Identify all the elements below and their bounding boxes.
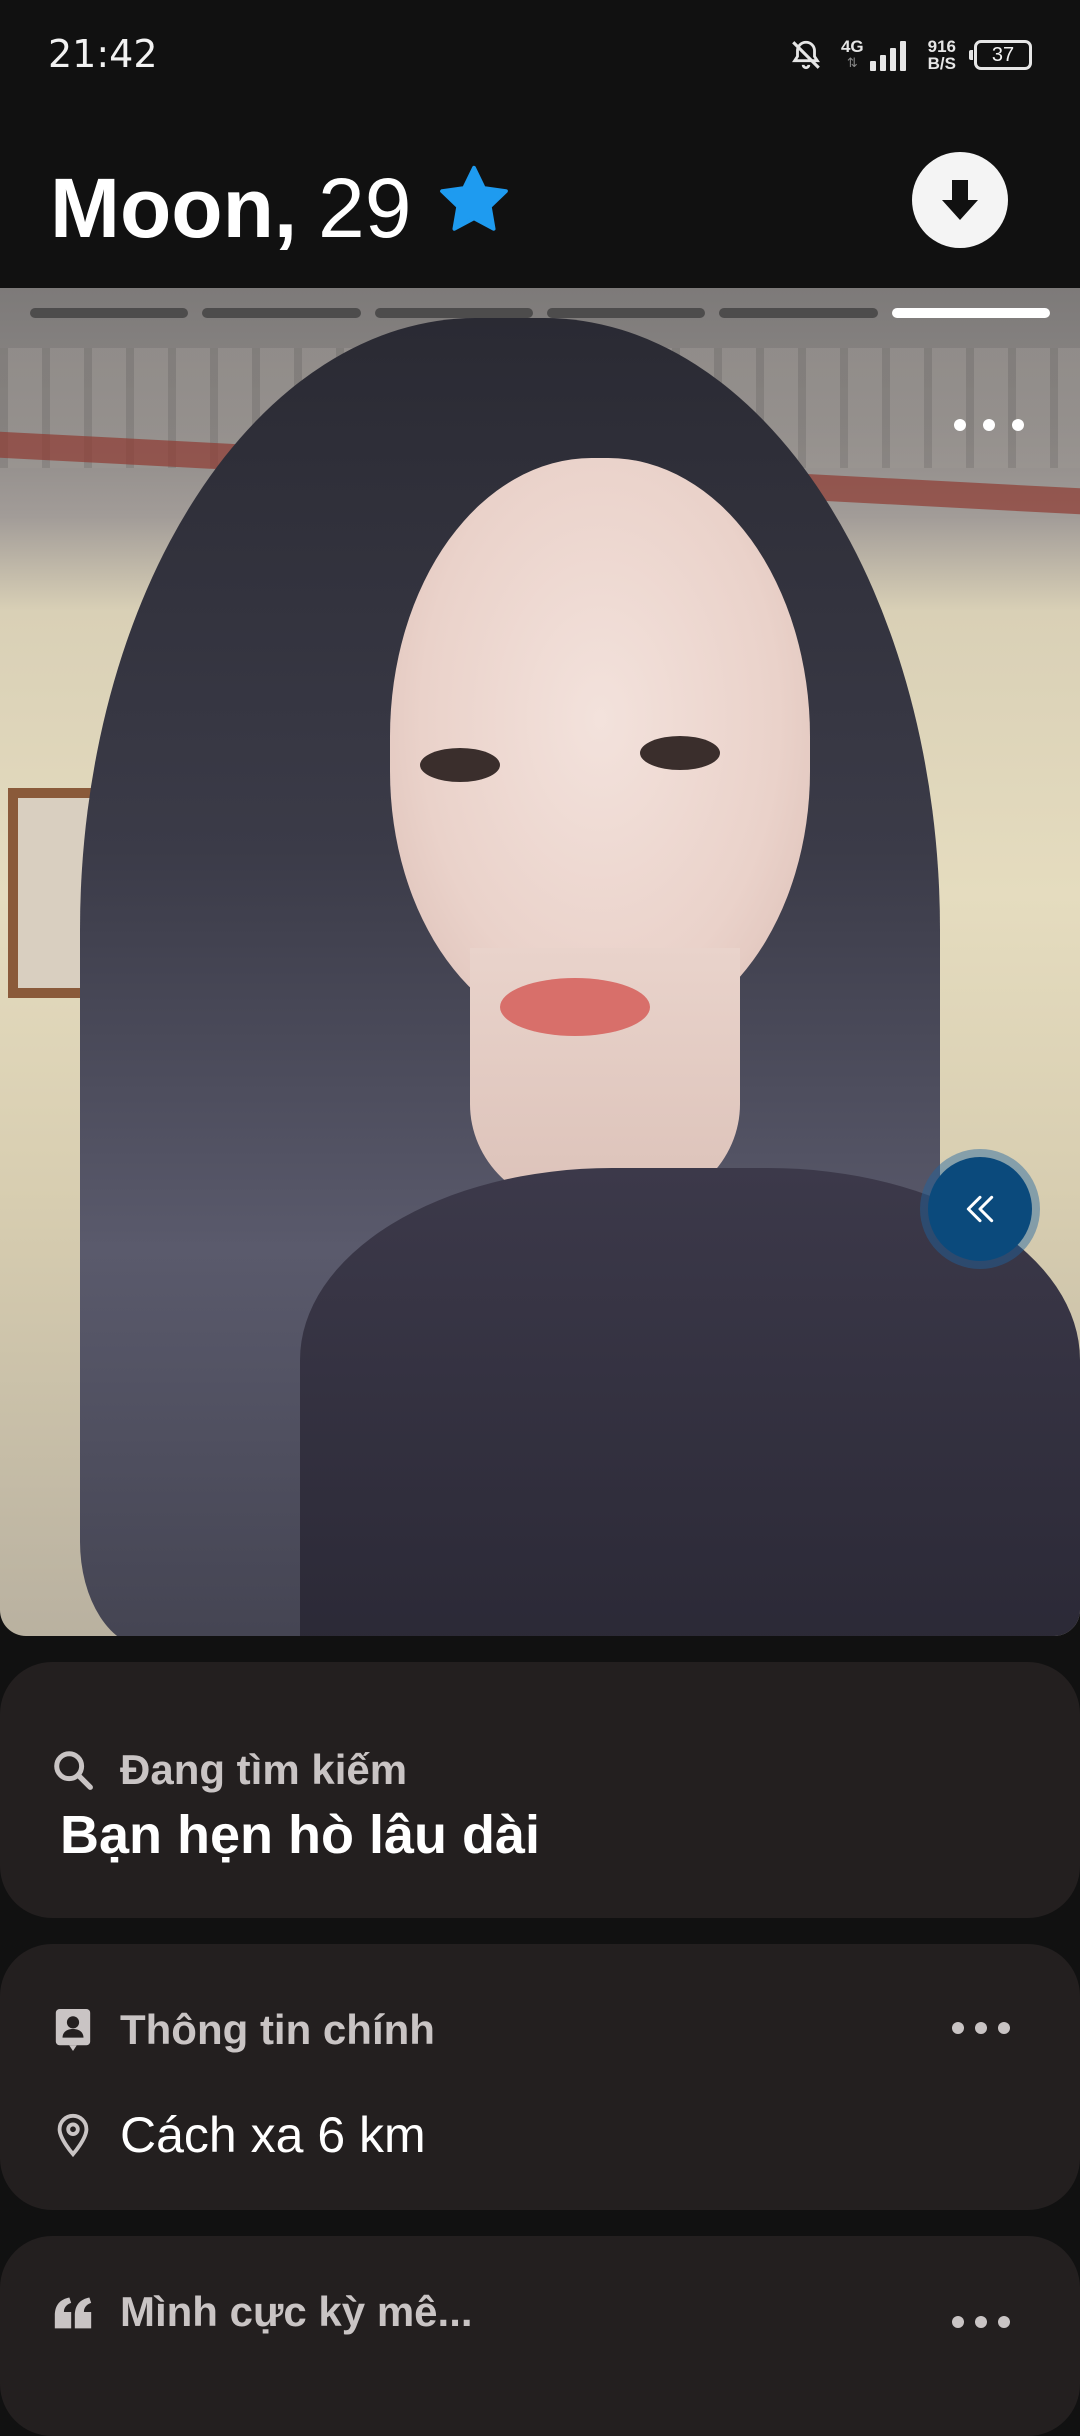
battery-icon: 37 (969, 40, 1032, 70)
photo-eye-left (420, 748, 500, 782)
photo-progress-segment (202, 308, 361, 318)
profile-name: Moon, (50, 161, 298, 255)
collapse-profile-button[interactable] (912, 152, 1008, 248)
network-speed: 916 B/S (928, 38, 956, 72)
photo-progress (30, 308, 1050, 318)
photo-progress-segment (30, 308, 189, 318)
about-heading: Mình cực kỳ mê... (120, 2288, 473, 2335)
network-speed-unit: B/S (927, 54, 956, 73)
looking-for-heading-row: Đang tìm kiếm (50, 1746, 407, 1794)
photo-progress-segment (719, 308, 878, 318)
location-pin-icon (50, 2112, 96, 2158)
signal-group: 4G ⇅ (840, 37, 910, 71)
about-heading-row: Mình cực kỳ mê... (50, 2288, 473, 2336)
bell-off-icon (791, 40, 820, 70)
basics-heading-row: Thông tin chính (50, 2006, 435, 2054)
network-speed-value: 916 (927, 37, 956, 56)
basics-more-button[interactable] (952, 2020, 1010, 2036)
dot-icon (952, 2022, 964, 2034)
network-type: 4G (840, 37, 864, 56)
arrow-down-icon (942, 180, 978, 220)
search-icon (50, 1747, 96, 1793)
basics-card: Thông tin chính Cách xa 6 km (0, 1944, 1080, 2210)
double-chevron-left-icon (966, 1195, 994, 1223)
dot-icon (954, 419, 966, 431)
profile-age: 29 (318, 161, 412, 255)
dot-icon (1012, 419, 1024, 431)
battery-level: 37 (991, 43, 1015, 66)
looking-for-card: Đang tìm kiếm Bạn hẹn hò lâu dài (0, 1662, 1080, 1918)
id-card-icon (50, 2007, 96, 2053)
data-arrows-icon: ⇅ (846, 55, 858, 70)
photo-eye-right (640, 736, 720, 770)
profile-photo[interactable] (0, 288, 1080, 1636)
quote-icon (50, 2289, 96, 2335)
dot-icon (975, 2316, 987, 2328)
about-card: Mình cực kỳ mê... (0, 2236, 1080, 2436)
photo-progress-segment (374, 308, 533, 318)
dot-icon (998, 2316, 1010, 2328)
dot-icon (983, 419, 995, 431)
distance-row: Cách xa 6 km (50, 2106, 426, 2164)
signal-icon (869, 41, 906, 71)
looking-for-value: Bạn hẹn hò lâu dài (60, 1805, 541, 1865)
about-more-button[interactable] (952, 2314, 1010, 2330)
photo-progress-segment (891, 308, 1050, 318)
dot-icon (952, 2316, 964, 2328)
basics-heading: Thông tin chính (120, 2006, 435, 2053)
dot-icon (998, 2022, 1010, 2034)
looking-for-value-row: Bạn hẹn hò lâu dài (60, 1804, 540, 1866)
dot-icon (975, 2022, 987, 2034)
rewind-button[interactable] (928, 1157, 1032, 1261)
looking-for-heading: Đang tìm kiếm (120, 1746, 408, 1793)
distance-value: Cách xa 6 km (120, 2107, 426, 2163)
status-bar: 21:42 4G ⇅ 916 B/S 37 (0, 0, 1080, 110)
photo-lips (500, 978, 650, 1036)
status-icons: 4G ⇅ 916 B/S 37 (789, 30, 1032, 80)
profile-header: Moon, 29 (0, 110, 1080, 288)
photo-more-button[interactable] (954, 410, 1024, 440)
photo-progress-segment (546, 308, 706, 318)
status-time: 21:42 (48, 32, 158, 76)
star-icon (440, 165, 508, 231)
